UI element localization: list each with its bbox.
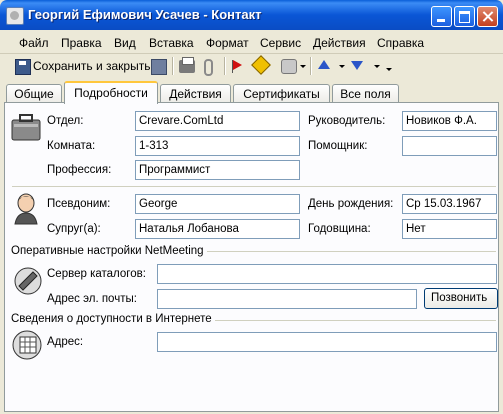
- briefcase-icon: [11, 114, 41, 141]
- assistant-label: Помощник:: [308, 140, 368, 152]
- email-label: Адрес эл. почты:: [47, 293, 137, 305]
- birthday-field[interactable]: Ср 15.03.1967: [402, 194, 497, 214]
- office-field[interactable]: 1-313: [135, 136, 300, 156]
- categories-icon[interactable]: [281, 59, 297, 74]
- nickname-label: Псевдоним:: [47, 198, 111, 210]
- anniversary-label: Годовщина:: [308, 223, 371, 235]
- person-icon: [14, 193, 38, 225]
- chevron-down-icon[interactable]: [374, 65, 380, 68]
- chevron-down-icon[interactable]: [339, 65, 345, 68]
- menu-insert[interactable]: Вставка: [149, 36, 194, 50]
- directory-server-field[interactable]: [157, 264, 497, 284]
- toolbar-separator: [310, 57, 312, 75]
- print-icon[interactable]: [179, 57, 195, 73]
- tab-all-fields[interactable]: Все поля: [332, 84, 399, 103]
- freebusy-section-title: Сведения о доступности в Интернете: [11, 313, 215, 325]
- calendar-globe-icon: [12, 330, 42, 360]
- toolbar-separator: [224, 57, 226, 75]
- spouse-label: Супруг(а):: [47, 223, 101, 235]
- spouse-field[interactable]: Наталья Лобанова: [135, 219, 300, 239]
- chevron-down-icon[interactable]: [300, 65, 306, 68]
- menu-file[interactable]: Файл: [19, 36, 49, 50]
- netmeeting-section-title: Оперативные настройки NetMeeting: [11, 245, 207, 257]
- title-bar: Георгий Ефимович Усачев - Контакт: [0, 0, 503, 30]
- toolbar-options-icon[interactable]: [386, 68, 392, 71]
- freebusy-address-field[interactable]: [157, 332, 497, 352]
- netmeeting-icon: [14, 267, 42, 295]
- assistant-field[interactable]: [402, 136, 497, 156]
- manager-field[interactable]: Новиков Ф.А.: [402, 111, 497, 131]
- toolbar-separator: [172, 57, 174, 75]
- close-button[interactable]: [477, 6, 498, 27]
- minimize-button[interactable]: [431, 6, 452, 27]
- profession-label: Профессия:: [47, 164, 112, 176]
- tab-strip: Общие Подробности Действия Сертификаты В…: [0, 79, 503, 104]
- section-divider: [12, 186, 496, 187]
- birthday-label: День рождения:: [308, 198, 394, 210]
- window-title: Георгий Ефимович Усачев - Контакт: [28, 7, 262, 22]
- flag-icon[interactable]: [232, 60, 242, 73]
- menu-help[interactable]: Справка: [377, 36, 424, 50]
- anniversary-field[interactable]: Нет: [402, 219, 497, 239]
- tab-certificates[interactable]: Сертификаты: [233, 84, 330, 103]
- menu-view[interactable]: Вид: [114, 36, 136, 50]
- paperclip-icon[interactable]: [204, 59, 213, 76]
- next-item-icon[interactable]: [351, 61, 363, 70]
- previous-item-icon[interactable]: [318, 60, 330, 69]
- office-label: Комната:: [47, 140, 96, 152]
- profession-field[interactable]: Программист: [135, 160, 300, 180]
- directory-server-label: Сервер каталогов:: [47, 268, 146, 280]
- save-close-icon[interactable]: [15, 59, 31, 75]
- tab-general[interactable]: Общие: [6, 84, 62, 103]
- department-field[interactable]: Crevare.ComLtd: [135, 111, 300, 131]
- department-label: Отдел:: [47, 115, 84, 127]
- maximize-button[interactable]: [454, 6, 475, 27]
- menu-edit[interactable]: Правка: [61, 36, 102, 50]
- toolbar: Сохранить и закрыть: [0, 54, 503, 78]
- menu-format[interactable]: Формат: [206, 36, 249, 50]
- menu-actions[interactable]: Действия: [313, 36, 366, 50]
- manager-label: Руководитель:: [308, 115, 386, 127]
- map-icon[interactable]: [251, 55, 271, 75]
- nickname-field[interactable]: George: [135, 194, 300, 214]
- save-close-button[interactable]: Сохранить и закрыть: [33, 59, 150, 75]
- menu-bar: Файл Правка Вид Вставка Формат Сервис Де…: [0, 31, 503, 54]
- save-as-icon[interactable]: [151, 59, 167, 75]
- contact-app-icon[interactable]: [6, 7, 24, 25]
- email-field[interactable]: [157, 289, 417, 309]
- tab-activities[interactable]: Действия: [160, 84, 231, 103]
- menu-tools[interactable]: Сервис: [260, 36, 301, 50]
- freebusy-address-label: Адрес:: [47, 336, 84, 348]
- tab-details[interactable]: Подробности: [64, 81, 158, 104]
- call-button[interactable]: Позвонить: [424, 288, 498, 309]
